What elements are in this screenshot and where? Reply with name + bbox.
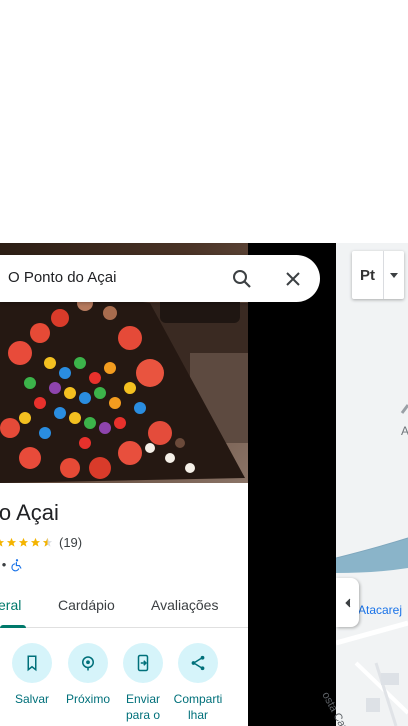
chevron-down-icon[interactable] bbox=[389, 270, 399, 280]
active-tab-indicator bbox=[0, 625, 26, 628]
tab-label: eral bbox=[0, 597, 22, 613]
close-icon[interactable] bbox=[281, 267, 305, 291]
map-place-label[interactable]: Atacarej bbox=[358, 603, 402, 617]
chevron-left-icon bbox=[344, 598, 350, 607]
star-icon bbox=[6, 537, 17, 547]
search-bar[interactable]: O Ponto do Açai bbox=[0, 255, 320, 302]
tab-label: Cardápio bbox=[58, 597, 115, 613]
send-to-phone-button[interactable]: Enviar para o bbox=[116, 643, 170, 723]
share-label: Comparti lhar bbox=[173, 692, 223, 722]
map-type-label: Pt bbox=[360, 266, 375, 284]
share-button[interactable]: Comparti lhar bbox=[171, 643, 225, 723]
star-rating bbox=[0, 537, 53, 548]
place-panel: nto do Açai (19) eria • eral Cardápio Av… bbox=[0, 243, 248, 726]
bookmark-icon bbox=[27, 655, 37, 672]
map-type-selector[interactable]: Pt bbox=[352, 251, 404, 299]
star-icon bbox=[18, 537, 29, 547]
share-button-circle[interactable] bbox=[178, 643, 218, 683]
review-count[interactable]: (19) bbox=[59, 535, 82, 550]
star-icon bbox=[0, 539, 5, 547]
separator: • bbox=[1, 557, 7, 572]
save-label: Salvar bbox=[14, 692, 49, 706]
search-icon[interactable] bbox=[230, 267, 254, 291]
map-canvas[interactable] bbox=[336, 243, 408, 726]
tab-reviews[interactable]: Avaliações bbox=[151, 597, 218, 613]
map-type-divider bbox=[383, 251, 384, 299]
send-label: Enviar para o bbox=[125, 692, 161, 722]
star-half-icon bbox=[42, 537, 53, 547]
wheelchair-icon bbox=[11, 558, 22, 571]
nearby-button[interactable]: Próximo bbox=[61, 643, 115, 707]
share-icon bbox=[191, 655, 205, 671]
send-button-circle[interactable] bbox=[123, 643, 163, 683]
nearby-icon bbox=[82, 656, 94, 671]
save-button[interactable]: Salvar bbox=[5, 643, 59, 707]
save-button-circle[interactable] bbox=[12, 643, 52, 683]
rating-row[interactable]: (19) bbox=[0, 535, 82, 550]
nearby-label: Próximo bbox=[65, 692, 110, 706]
category-row: eria • bbox=[0, 557, 24, 572]
tab-label: Avaliações bbox=[151, 597, 219, 613]
collapse-panel-button[interactable] bbox=[336, 578, 359, 627]
place-title: nto do Açai bbox=[0, 500, 59, 525]
search-input[interactable]: O Ponto do Açai bbox=[8, 269, 116, 286]
star-icon bbox=[30, 537, 41, 547]
tab-bar: eral Cardápio Avaliações bbox=[0, 583, 248, 628]
send-to-phone-icon bbox=[137, 654, 149, 672]
nearby-button-circle[interactable] bbox=[68, 643, 108, 683]
tab-overview[interactable]: eral bbox=[0, 597, 21, 613]
tab-menu[interactable]: Cardápio bbox=[58, 597, 115, 613]
map-label-partial: A bbox=[401, 424, 408, 438]
